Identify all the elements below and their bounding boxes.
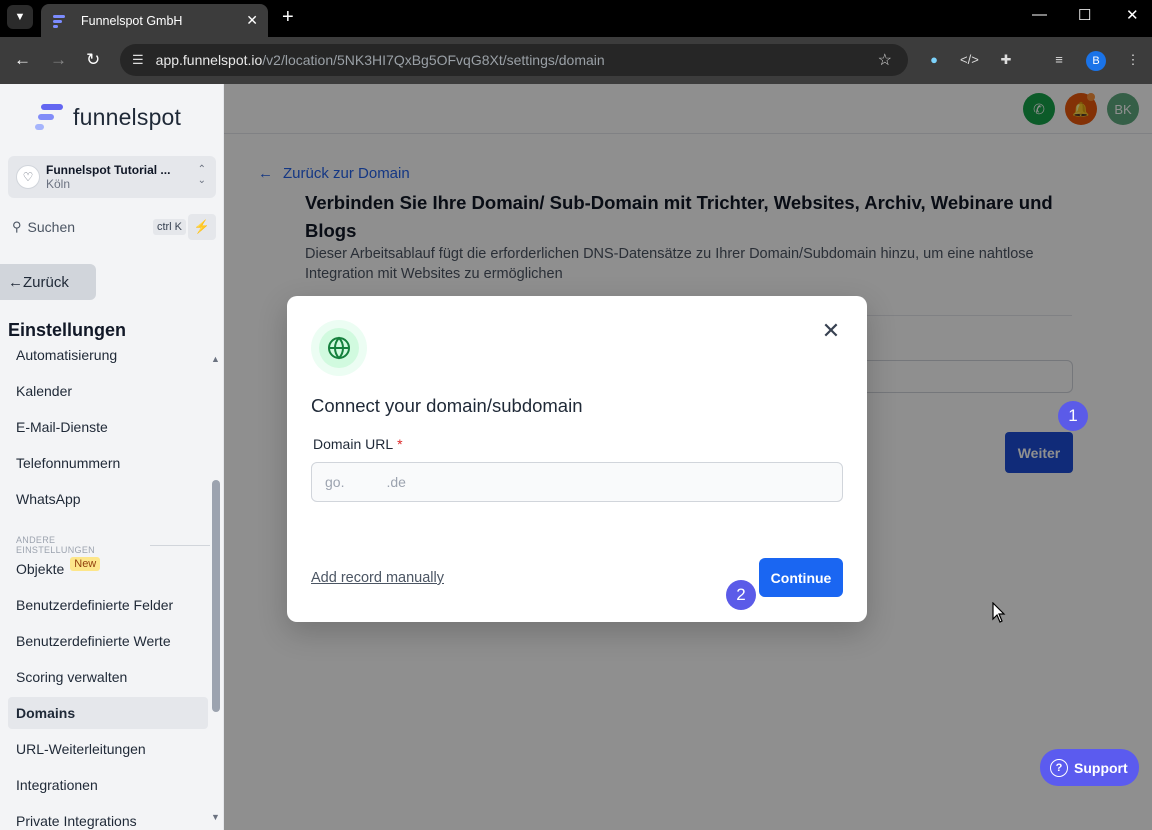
sidebar-item-telefonnummern[interactable]: Telefonnummern (8, 447, 208, 479)
extension-icon[interactable]: ● (925, 52, 943, 70)
sidebar-item-private-integrations[interactable]: Private Integrations (8, 805, 208, 830)
continue-button[interactable]: Continue (759, 558, 843, 597)
sidebar-item-automatisierung[interactable]: Automatisierung (8, 339, 208, 371)
sidebar-item-objekte[interactable]: Objekte New (8, 553, 208, 585)
required-mark: * (397, 436, 403, 452)
browser-tabbar: ▼ Funnelspot GmbH ✕ + — ☐ ✕ (0, 0, 1152, 37)
back-arrow-icon: ← (8, 273, 23, 291)
puzzle-extensions-icon[interactable]: ✚ (997, 52, 1015, 70)
new-badge: New (70, 557, 101, 571)
logo-text: funnelspot (73, 103, 182, 130)
browser-tab[interactable]: Funnelspot GmbH ✕ (41, 4, 268, 37)
funnelspot-logo[interactable]: funnelspot (35, 102, 181, 132)
back-arrow-icon[interactable]: ← (14, 50, 31, 70)
location-avatar-icon: ♡ (16, 165, 40, 189)
search-icon: ⚲ (12, 219, 22, 234)
tab-title: Funnelspot GmbH (81, 13, 183, 28)
location-switcher[interactable]: ♡ Funnelspot Tutorial ... Köln ⌃ ⌄ (8, 156, 216, 198)
browser-toolbar: ← → ↻ ☰ app.funnelspot.io/v2/location/5N… (0, 37, 1152, 84)
tab-close-icon[interactable]: ✕ (246, 12, 258, 29)
search-input[interactable]: ⚲ Suchen ctrl K (8, 214, 186, 240)
forward-arrow-icon[interactable]: → (50, 50, 67, 70)
profile-avatar[interactable]: B (1086, 51, 1106, 71)
step-badge-1: 1 (1058, 401, 1088, 431)
settings-menu: Automatisierung Kalender E-Mail-Dienste … (0, 339, 210, 830)
location-name: Funnelspot Tutorial ... (46, 163, 171, 177)
back-button[interactable]: ← Zurück (0, 264, 96, 300)
globe-icon (328, 336, 350, 360)
browser-menu-icon[interactable]: ⋮ (1124, 52, 1142, 70)
location-city: Köln (46, 177, 71, 191)
reload-icon[interactable]: ↻ (86, 50, 100, 70)
sidebar-item-email[interactable]: E-Mail-Dienste (8, 411, 208, 443)
url-text: app.funnelspot.io/v2/location/5NK3HI7QxB… (155, 52, 605, 68)
sidebar-item-custom-fields[interactable]: Benutzerdefinierte Felder (8, 589, 208, 621)
sidebar-item-custom-values[interactable]: Benutzerdefinierte Werte (8, 625, 208, 657)
sidebar-item-scoring[interactable]: Scoring verwalten (8, 661, 208, 693)
sidebar-item-domains[interactable]: Domains (8, 697, 208, 729)
step-badge-2: 2 (726, 580, 756, 610)
domain-url-label: Domain URL * (313, 436, 403, 452)
sidebar: funnelspot ♡ Funnelspot Tutorial ... Köl… (0, 84, 224, 830)
connect-domain-modal: ✕ Connect your domain/subdomain Domain U… (287, 296, 867, 622)
new-tab-icon[interactable]: + (282, 6, 294, 29)
media-control-icon[interactable]: ≡ (1050, 52, 1068, 70)
add-record-manually-link[interactable]: Add record manually (311, 570, 444, 586)
address-bar[interactable]: ☰ app.funnelspot.io/v2/location/5NK3HI7Q… (120, 44, 908, 76)
mouse-cursor-icon (992, 602, 1006, 623)
sidebar-item-url-redirects[interactable]: URL-Weiterleitungen (8, 733, 208, 765)
help-question-icon: ? (1050, 758, 1068, 777)
close-icon[interactable]: ✕ (820, 320, 842, 342)
search-placeholder: Suchen (27, 219, 76, 235)
sidebar-item-kalender[interactable]: Kalender (8, 375, 208, 407)
domain-url-field[interactable] (311, 462, 843, 502)
modal-title: Connect your domain/subdomain (311, 395, 583, 416)
site-info-icon[interactable]: ☰ (132, 52, 144, 68)
globe-icon-container (311, 320, 367, 376)
minimize-icon[interactable]: — (1032, 6, 1047, 23)
scroll-down-icon[interactable]: ▼ (211, 812, 220, 822)
quick-actions-bolt-icon[interactable]: ⚡ (188, 214, 216, 240)
chevron-updown-icon: ⌃ ⌄ (197, 164, 206, 186)
search-shortcut: ctrl K (152, 219, 186, 235)
sidebar-item-whatsapp[interactable]: WhatsApp (8, 483, 208, 515)
sidebar-item-integrations[interactable]: Integrationen (8, 769, 208, 801)
settings-section-title: Einstellungen (8, 320, 127, 340)
tab-search-button[interactable]: ▼ (7, 5, 33, 29)
support-button[interactable]: ? Support (1040, 749, 1139, 786)
scroll-up-icon[interactable]: ▲ (211, 354, 220, 364)
sidebar-group-label: ANDERE EINSTELLUNGEN (16, 535, 210, 555)
devtools-extension-icon[interactable]: </> (960, 52, 979, 70)
maximize-icon[interactable]: ☐ (1078, 6, 1091, 24)
bookmark-star-icon[interactable]: ☆ (878, 50, 892, 70)
funnelspot-favicon (51, 13, 67, 29)
close-window-icon[interactable]: ✕ (1126, 6, 1139, 24)
sidebar-scrollbar[interactable] (212, 480, 220, 712)
logo-mark-icon (35, 102, 63, 132)
